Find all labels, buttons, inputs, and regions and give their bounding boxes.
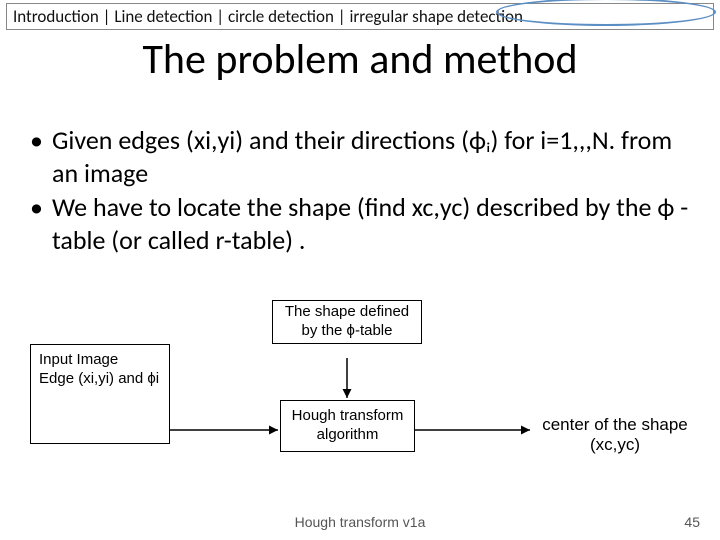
shape-table-box: The shape defined by the ϕ-table bbox=[272, 300, 422, 344]
shape-table-text: The shape defined by the ϕ-table bbox=[285, 303, 409, 339]
breadcrumb-sep: | bbox=[103, 6, 115, 27]
bullet-item: We have to locate the shape (find xc,yc)… bbox=[28, 191, 692, 256]
output-text: center of the shape (xc,yc) bbox=[542, 415, 688, 454]
input-box-text: Input Image Edge (xi,yi) and ϕi bbox=[39, 351, 159, 387]
breadcrumb: Introduction | Line detection | circle d… bbox=[6, 3, 714, 30]
flow-diagram: Input Image Edge (xi,yi) and ϕi The shap… bbox=[30, 300, 690, 490]
algorithm-box: Hough transform algorithm bbox=[280, 400, 415, 452]
slide-title: The problem and method bbox=[0, 34, 720, 85]
breadcrumb-sep: | bbox=[338, 6, 350, 27]
algorithm-text: Hough transform algorithm bbox=[292, 407, 404, 443]
output-label: center of the shape (xc,yc) bbox=[530, 415, 700, 455]
footer-caption: Hough transform v1a bbox=[0, 514, 720, 530]
input-box: Input Image Edge (xi,yi) and ϕi bbox=[30, 344, 170, 444]
breadcrumb-item: Line detection bbox=[114, 6, 212, 27]
breadcrumb-sep: | bbox=[216, 6, 228, 27]
bullet-item: Given edges (xi,yi) and their directions… bbox=[28, 124, 692, 189]
breadcrumb-item: irregular shape detection bbox=[349, 6, 523, 27]
bullet-list: Given edges (xi,yi) and their directions… bbox=[28, 124, 692, 258]
breadcrumb-item: Introduction bbox=[13, 6, 99, 27]
slide-number: 45 bbox=[684, 514, 700, 530]
breadcrumb-item: circle detection bbox=[228, 6, 334, 27]
